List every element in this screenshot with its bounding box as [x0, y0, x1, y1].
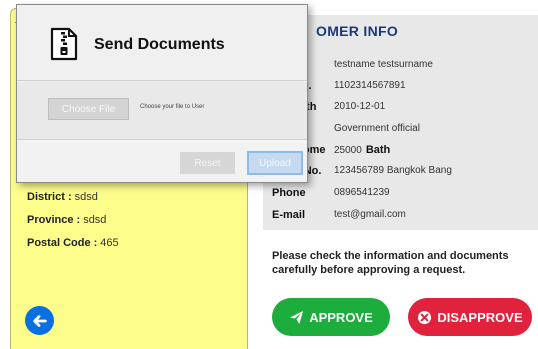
dialog-header: Send Documents	[17, 5, 307, 81]
income-unit: Bath	[365, 144, 391, 156]
postal-code-value: 465	[100, 237, 119, 249]
reset-button[interactable]: Reset	[180, 152, 235, 174]
upload-button[interactable]: Upload	[247, 151, 303, 175]
dialog-footer: Reset Upload	[17, 141, 307, 182]
info-label: Phone	[272, 187, 306, 199]
info-value: Government official	[334, 123, 420, 134]
arrow-left-icon	[32, 314, 47, 327]
back-button[interactable]	[25, 306, 54, 335]
info-value: 123456789 Bangkok Bang	[334, 165, 452, 176]
approve-button[interactable]: APPROVE	[272, 298, 390, 336]
income-value: 25000	[334, 145, 362, 156]
disapprove-button[interactable]: DISAPPROVE	[408, 298, 532, 336]
x-circle-icon	[418, 310, 432, 324]
district-label: District :	[27, 191, 72, 203]
paper-plane-icon	[290, 310, 304, 324]
check-notice: Please check the information and documen…	[272, 250, 509, 276]
province-value: sdsd	[83, 214, 107, 226]
choose-file-button[interactable]: Choose File	[48, 98, 129, 120]
postal-code-row: Postal Code :465	[27, 237, 119, 249]
choose-file-hint: Choose your file to User	[140, 104, 205, 110]
district-value: sdsd	[74, 191, 98, 203]
info-value: 1102314567891	[334, 80, 406, 91]
district-row: District : sdsd	[27, 191, 98, 203]
info-row-email: E-mail test@gmail.com	[263, 209, 538, 227]
dialog-title: Send Documents	[94, 36, 225, 53]
zip-file-icon	[50, 27, 78, 61]
disapprove-label: DISAPPROVE	[437, 309, 523, 325]
postal-code-label: Postal Code :	[27, 237, 98, 249]
province-label: Province :	[27, 214, 81, 226]
dialog-body: Choose File Choose your file to User	[17, 82, 307, 140]
info-row-phone: Phone 0896541239	[263, 187, 538, 205]
info-value: 0896541239	[334, 187, 390, 198]
customer-info-title: OMER INFO	[316, 23, 399, 39]
province-row: Province : sdsd	[27, 214, 106, 226]
info-value: 25000 Bath	[334, 144, 390, 156]
info-label: E-mail	[272, 209, 306, 221]
send-documents-dialog: Send Documents Choose File Choose your f…	[16, 4, 308, 183]
info-value: testname testsurname	[334, 59, 433, 70]
info-value: test@gmail.com	[334, 209, 406, 220]
info-value: 2010-12-01	[334, 101, 386, 112]
approve-label: APPROVE	[309, 309, 373, 325]
